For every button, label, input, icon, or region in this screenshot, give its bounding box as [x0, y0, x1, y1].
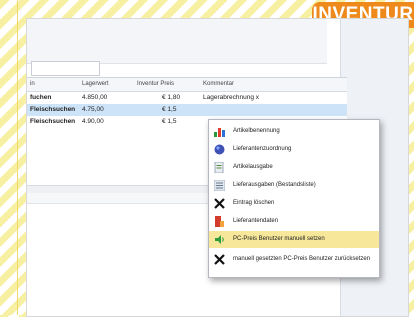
close-x-icon [214, 198, 225, 209]
menu-item-label: Lieferausgaben (Bestandsliste) [233, 182, 316, 188]
speaker-icon [214, 234, 225, 245]
menu-item-label: manuell gesetzten PC-Preis Benutzer zurü… [233, 256, 371, 262]
column-header[interactable]: Inventur Preis [137, 78, 174, 91]
globe-icon [214, 144, 225, 155]
table-row[interactable]: fuchen 4.850,00 € 1,80 Lagerabrechnung x [27, 92, 347, 104]
bookmark-icon [214, 216, 225, 227]
grid-header: in Lagerwert Inventur Preis Kommentar [27, 78, 347, 92]
document-icon [214, 161, 225, 174]
menu-item-artikelbenennung[interactable]: Artikelbenennung [209, 123, 379, 140]
app-window: in Lagerwert Inventur Preis Kommentar fu… [26, 18, 409, 317]
context-menu: Artikelbenennung Lieferantenzuordnung Ar… [208, 119, 380, 278]
column-header[interactable]: Lagerwert [82, 78, 109, 91]
cell-lagerwert: 4.75,00 [82, 106, 104, 113]
cell-name: fuchen [30, 94, 52, 101]
menu-item-artikelausgabe[interactable]: Artikelausgabe [209, 159, 379, 176]
cell-preis: € 1,5 [162, 118, 177, 125]
frame-line [17, 0, 18, 315]
menu-item-label: PC-Preis Benutzer manuell setzen [233, 236, 325, 242]
cell-kommentar: Lagerabrechnung x [203, 94, 260, 101]
cell-lagerwert: 4.850,00 [82, 94, 108, 101]
menu-item-lieferantenzuordnung[interactable]: Lieferantenzuordnung [209, 141, 379, 158]
menu-item-label: Artikelbenennung [233, 128, 280, 134]
chart-icon [214, 126, 225, 137]
cell-preis: € 1,80 [162, 94, 181, 101]
menu-item-label: Lieferantenzuordnung [233, 146, 292, 152]
toolbar [27, 19, 327, 64]
column-header[interactable]: Kommentar [203, 78, 234, 91]
cell-name: Fleischsuchen [30, 118, 76, 125]
cell-name: Fleischsuchen [30, 106, 76, 113]
list-icon [213, 179, 226, 192]
filter-input[interactable] [31, 61, 100, 76]
menu-item-lieferausgaben[interactable]: Lieferausgaben (Bestandsliste) [209, 177, 379, 194]
close-x-icon [214, 254, 225, 265]
cell-lagerwert: 4.90,00 [82, 118, 104, 125]
menu-item-lieferantendaten[interactable]: Lieferantendaten [209, 213, 379, 230]
menu-item-pc-preis-setzen[interactable]: PC-Preis Benutzer manuell setzen [209, 231, 379, 248]
menu-item-eintrag-loeschen[interactable]: Eintrag löschen [209, 195, 379, 212]
menu-item-label: Artikelausgabe [233, 164, 273, 170]
cell-preis: € 1,5 [162, 106, 177, 113]
menu-item-label: Eintrag löschen [233, 200, 275, 206]
menu-item-label: Lieferantendaten [233, 218, 279, 224]
column-header[interactable]: in [30, 78, 35, 91]
table-row[interactable]: Fleischsuchen 4.75,00 € 1,5 [27, 104, 347, 116]
menu-item-pc-preis-zuruecksetzen[interactable]: manuell gesetzten PC-Preis Benutzer zurü… [209, 251, 379, 268]
